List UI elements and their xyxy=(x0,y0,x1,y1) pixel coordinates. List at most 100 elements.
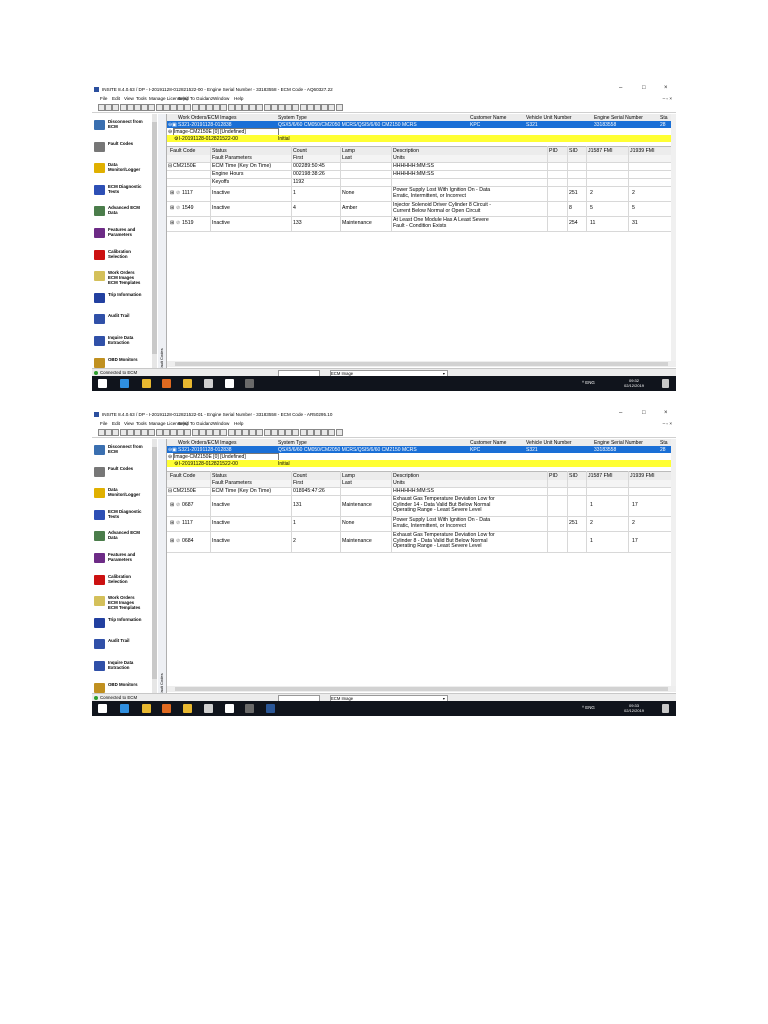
toolbar-button-icon[interactable] xyxy=(126,104,134,111)
windows-start-icon[interactable] xyxy=(98,704,107,713)
maximize-icon[interactable]: □ xyxy=(642,85,646,91)
toolbar-button-icon[interactable] xyxy=(227,429,235,436)
store-icon[interactable] xyxy=(225,379,234,388)
sidebar-item-calibration[interactable]: Calibration Selection xyxy=(92,573,154,591)
toolbar-button-icon[interactable] xyxy=(328,429,336,436)
toolbar-button-icon[interactable] xyxy=(119,429,127,436)
close-icon[interactable]: × xyxy=(664,85,668,91)
toolbar-button-icon[interactable] xyxy=(249,429,257,436)
sidebar-item-audit-trail[interactable]: Audit Trail xyxy=(92,637,154,655)
toolbar-button-icon[interactable] xyxy=(306,429,314,436)
input-language[interactable]: ENG xyxy=(585,705,595,710)
sidebar-item-disconnect[interactable]: Disconnect from ECM xyxy=(92,118,154,136)
toolbar-button-icon[interactable] xyxy=(141,429,149,436)
toolbar-button-icon[interactable] xyxy=(299,104,307,111)
mail-icon[interactable] xyxy=(204,379,213,388)
mail-icon[interactable] xyxy=(204,704,213,713)
fault-column-header[interactable]: SID xyxy=(569,473,578,479)
windows-start-icon[interactable] xyxy=(98,379,107,388)
toolbar-button-icon[interactable] xyxy=(213,104,221,111)
sidebar-item-data-monitor[interactable]: Data Monitor/Logger xyxy=(92,161,154,179)
fault-column-header[interactable]: PID xyxy=(549,148,558,154)
toolbar-button-icon[interactable] xyxy=(270,429,278,436)
toolbar-button-icon[interactable] xyxy=(105,104,113,111)
toolbar-button-icon[interactable] xyxy=(112,429,120,436)
menu-item-view[interactable]: View xyxy=(124,96,134,101)
sidebar-item-diagnostic-tests[interactable]: ECM Diagnostic Tests xyxy=(92,508,154,526)
fault-parameter-row[interactable]: Engine Hours 002198:38:26 HHHHHH:MM:SS xyxy=(167,171,676,179)
sidebar-item-trip-info[interactable]: Trip Information xyxy=(92,291,154,309)
toolbar-button-icon[interactable] xyxy=(98,104,105,111)
fault-column-header[interactable]: J1587 FMI xyxy=(588,473,613,479)
toolbar-button-icon[interactable] xyxy=(321,429,329,436)
maximize-icon[interactable]: □ xyxy=(642,410,646,416)
toolbar-button-icon[interactable] xyxy=(328,104,336,111)
input-language[interactable]: ENG xyxy=(585,380,595,385)
menu-item-window[interactable]: Window xyxy=(213,421,229,426)
expand-icon[interactable]: ⊞ xyxy=(170,502,174,509)
fault-column-header[interactable]: Status xyxy=(212,473,227,479)
vertical-scrollbar[interactable] xyxy=(671,439,676,686)
sidebar-item-audit-trail[interactable]: Audit Trail xyxy=(92,312,154,330)
toolbar-button-icon[interactable] xyxy=(112,104,120,111)
fault-code-row[interactable]: ⊞ ⊘ 1549 Inactive 4 Amber Injector Solenoid Dr… xyxy=(167,202,676,217)
toolbar-button-icon[interactable] xyxy=(98,429,105,436)
toolbar-button-icon[interactable] xyxy=(184,429,192,436)
toolbar-button-icon[interactable] xyxy=(335,429,343,436)
insite-app-icon[interactable] xyxy=(245,704,254,713)
fault-column-header[interactable]: Fault Code xyxy=(170,148,195,154)
toolbar-button-icon[interactable] xyxy=(227,104,235,111)
fault-column-header[interactable]: J1939 FMI xyxy=(630,473,655,479)
folder-icon[interactable] xyxy=(183,704,192,713)
expand-icon[interactable]: ⊞ xyxy=(170,538,174,545)
firefox-icon[interactable] xyxy=(162,704,171,713)
ecm-image-row[interactable]: ⊖ Image-CM2150E [0] [Undefined] xyxy=(167,128,676,136)
menu-item-help[interactable]: Help xyxy=(234,421,243,426)
sidebar-item-diagnostic-tests[interactable]: ECM Diagnostic Tests xyxy=(92,183,154,201)
sidebar-scroll-thumb[interactable] xyxy=(152,447,157,679)
system-tray[interactable]: ^ ENG xyxy=(582,705,595,710)
fault-codes-side-tab[interactable]: Fault Codes xyxy=(158,114,167,376)
fault-column-header[interactable]: Lamp xyxy=(342,473,355,479)
fault-column-header[interactable]: Description xyxy=(393,148,419,154)
toolbar-button-icon[interactable] xyxy=(198,104,206,111)
sidebar-item-disconnect[interactable]: Disconnect from ECM xyxy=(92,443,154,461)
notifications-icon[interactable] xyxy=(662,379,669,388)
sidebar-item-features[interactable]: Features and Parameters xyxy=(92,226,154,244)
system-tray[interactable]: ^ ENG xyxy=(582,380,595,385)
taskbar-clock[interactable]: 09:33 02/12/2019 xyxy=(624,703,644,713)
fault-code-row[interactable]: ⊞ ⊘ 0684 Inactive 2 Maintenance Exhaust Gas Te… xyxy=(167,532,676,553)
fault-codes-side-tab[interactable]: Fault Codes xyxy=(158,439,167,701)
toolbar-button-icon[interactable] xyxy=(198,429,206,436)
toolbar-button-icon[interactable] xyxy=(285,429,293,436)
fault-column-header[interactable]: PID xyxy=(549,473,558,479)
toolbar-button-icon[interactable] xyxy=(234,429,242,436)
minimize-icon[interactable]: – xyxy=(619,85,622,91)
collapse-icon[interactable]: ⊟ xyxy=(168,163,172,170)
sidebar-item-inquire-data[interactable]: Inquire Data Extraction xyxy=(92,334,154,352)
store-icon[interactable] xyxy=(225,704,234,713)
word-icon[interactable] xyxy=(266,704,275,713)
toolbar-button-icon[interactable] xyxy=(321,104,329,111)
fault-column-header[interactable]: Count xyxy=(293,473,307,479)
sidebar-item-inquire-data[interactable]: Inquire Data Extraction xyxy=(92,659,154,677)
sidebar-item-work-orders[interactable]: Work Orders ECM Images ECM Templates xyxy=(92,269,154,287)
sidebar-item-calibration[interactable]: Calibration Selection xyxy=(92,248,154,266)
toolbar-button-icon[interactable] xyxy=(162,429,170,436)
toolbar-button-icon[interactable] xyxy=(206,104,213,111)
toolbar-button-icon[interactable] xyxy=(162,104,170,111)
fault-parameter-row[interactable]: Keyoffs 1192 xyxy=(167,179,676,187)
fault-column-header[interactable]: J1587 FMI xyxy=(588,148,613,154)
work-order-row[interactable]: ⊖ ▣ S321-20191128-012838 QSX5/6/60 CM050/CM… xyxy=(167,121,676,128)
toolbar-button-icon[interactable] xyxy=(148,104,156,111)
fault-code-row[interactable]: ⊞ ⊘ 1117 Inactive 1 None Power Supply Lost Wit… xyxy=(167,187,676,202)
toolbar-button-icon[interactable] xyxy=(292,429,300,436)
sidebar-scrollbar[interactable] xyxy=(152,439,157,701)
toolbar-button-icon[interactable] xyxy=(191,104,199,111)
toolbar-button-icon[interactable] xyxy=(242,104,249,111)
sidebar-scroll-thumb[interactable] xyxy=(152,122,157,354)
toolbar-button-icon[interactable] xyxy=(155,104,163,111)
mdi-controls[interactable]: – ▫ × xyxy=(663,96,672,101)
sidebar-item-work-orders[interactable]: Work Orders ECM Images ECM Templates xyxy=(92,594,154,612)
file-explorer-icon[interactable] xyxy=(142,379,151,388)
